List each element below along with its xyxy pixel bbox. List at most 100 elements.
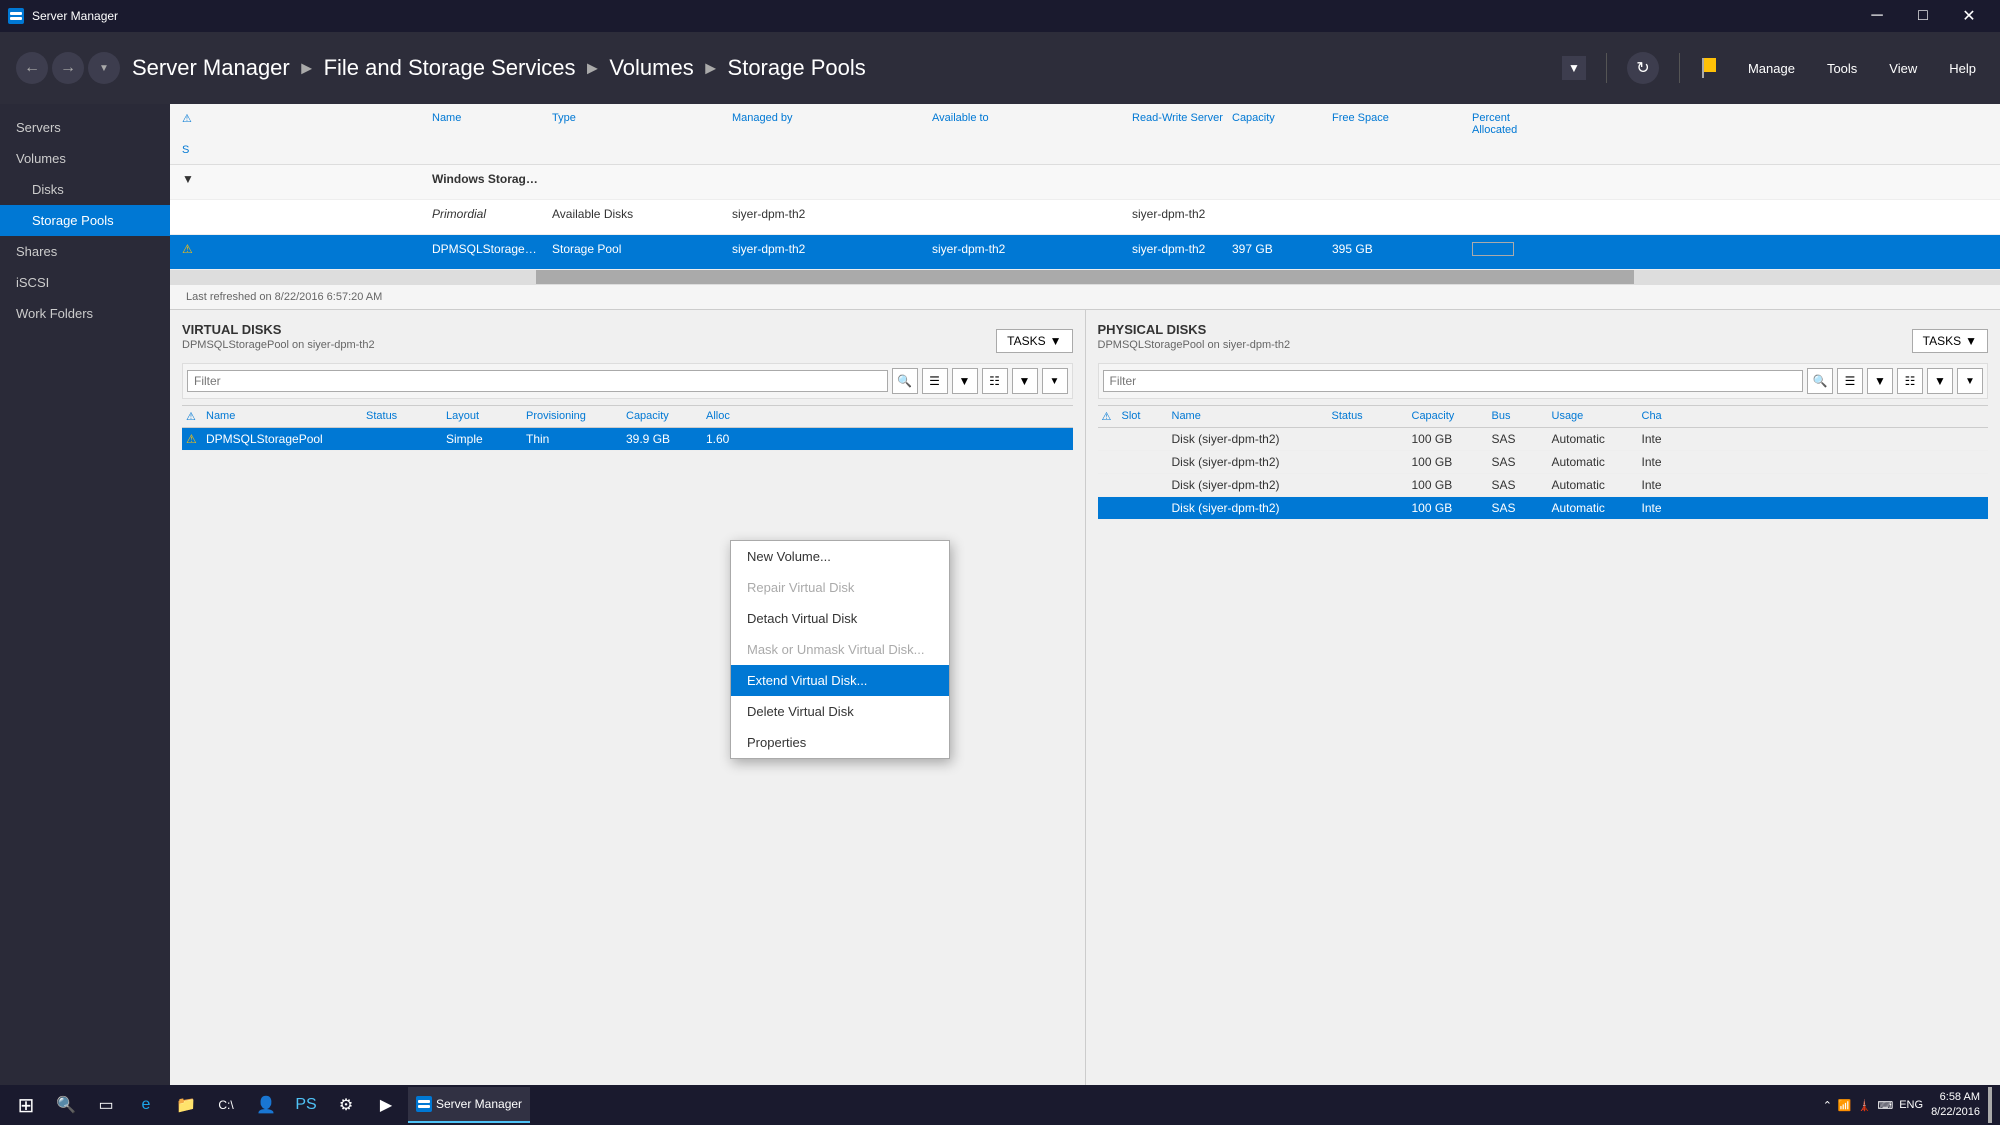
vdisk-th-alloc[interactable]: Alloc <box>702 406 762 427</box>
taskbar-file-explorer-button[interactable]: 📁 <box>168 1087 204 1123</box>
sidebar-item-storage-pools[interactable]: Storage Pools <box>0 205 170 236</box>
physical-disk-row-2[interactable]: Disk (siyer-dpm-th2) 100 GB SAS Automati… <box>1098 474 1989 497</box>
breadcrumb-dropdown[interactable]: ▼ <box>1562 56 1586 80</box>
virtual-disks-expand-button[interactable]: ▼ <box>1042 368 1068 394</box>
physical-disks-grid-button[interactable]: ☷ <box>1897 368 1923 394</box>
pdisk-th-capacity[interactable]: Capacity <box>1408 406 1488 427</box>
refresh-button[interactable]: ↻ <box>1627 52 1659 84</box>
virtual-disk-row-0[interactable]: ⚠ DPMSQLStoragePool Simple Thin 39.9 GB … <box>182 428 1073 451</box>
th-read-write[interactable]: Read-Write Server <box>1128 108 1228 140</box>
pool-row-primordial[interactable]: Primordial Available Disks siyer-dpm-th2… <box>170 200 2000 235</box>
sidebar-item-volumes[interactable]: Volumes <box>0 143 170 174</box>
physical-disks-filter-input[interactable] <box>1103 370 1804 392</box>
group-expand-icon[interactable]: ▼ <box>178 169 428 189</box>
tray-up-arrow[interactable]: ⌃ <box>1823 1099 1832 1112</box>
th-warning[interactable]: ⚠ <box>178 108 198 140</box>
vdisk-th-status[interactable]: Status <box>362 406 442 427</box>
pdisk-th-name[interactable]: Name <box>1168 406 1328 427</box>
forward-button[interactable]: → <box>52 52 84 84</box>
close-button[interactable]: ✕ <box>1946 0 1992 32</box>
manage-button[interactable]: Manage <box>1740 57 1803 80</box>
physical-disks-tasks-button[interactable]: TASKS ▼ <box>1912 329 1988 353</box>
th-free-space[interactable]: Free Space <box>1328 108 1468 140</box>
taskbar-media-button[interactable]: ▶ <box>368 1087 404 1123</box>
taskbar-edge-button[interactable]: e <box>128 1087 164 1123</box>
pdisk-status-2 <box>1328 481 1408 489</box>
taskbar-task-view-button[interactable]: ▭ <box>88 1087 124 1123</box>
help-button[interactable]: Help <box>1941 57 1984 80</box>
physical-disks-expand-button[interactable]: ▼ <box>1957 368 1983 394</box>
physical-disk-row-3[interactable]: Disk (siyer-dpm-th2) 100 GB SAS Automati… <box>1098 497 1989 520</box>
pdisk-th-chassis[interactable]: Cha <box>1638 406 1698 427</box>
physical-disk-row-0[interactable]: Disk (siyer-dpm-th2) 100 GB SAS Automati… <box>1098 428 1989 451</box>
taskbar-search-button[interactable]: 🔍 <box>48 1087 84 1123</box>
virtual-disks-list-dropdown[interactable]: ▼ <box>952 368 978 394</box>
back-button[interactable]: ← <box>16 52 48 84</box>
virtual-disks-search-button[interactable]: 🔍 <box>892 368 918 394</box>
th-managed-by[interactable]: Managed by <box>728 108 928 140</box>
clock-date: 8/22/2016 <box>1931 1105 1980 1120</box>
breadcrumb-file-storage[interactable]: File and Storage Services <box>324 55 576 81</box>
sidebar-item-iscsi[interactable]: iSCSI <box>0 267 170 298</box>
pdisk-th-slot[interactable]: Slot <box>1118 406 1168 427</box>
pdisk-th-usage[interactable]: Usage <box>1548 406 1638 427</box>
minimize-button[interactable]: ─ <box>1854 0 1900 32</box>
vdisk-th-provisioning[interactable]: Provisioning <box>522 406 622 427</box>
breadcrumb-volumes[interactable]: Volumes <box>609 55 693 81</box>
sidebar-item-work-folders[interactable]: Work Folders <box>0 298 170 329</box>
sidebar-item-shares[interactable]: Shares <box>0 236 170 267</box>
virtual-disks-grid-dropdown[interactable]: ▼ <box>1012 368 1038 394</box>
start-button[interactable]: ⊞ <box>8 1087 44 1123</box>
vdisk-layout-0: Simple <box>442 428 522 450</box>
nav-dropdown-button[interactable]: ▼ <box>88 52 120 84</box>
th-available-to[interactable]: Available to <box>928 108 1128 140</box>
pdisk-th-bus[interactable]: Bus <box>1488 406 1548 427</box>
title-bar-title: Server Manager <box>32 9 118 23</box>
pdisk-status-3 <box>1328 504 1408 512</box>
taskbar-powershell-button[interactable]: PS <box>288 1087 324 1123</box>
context-menu-new-volume[interactable]: New Volume... <box>731 541 949 572</box>
pools-scrollbar-thumb[interactable] <box>536 270 1634 284</box>
th-extra[interactable]: S <box>178 140 428 160</box>
taskbar-app-server-manager[interactable]: Server Manager <box>408 1087 530 1123</box>
breadcrumb-sep-2: ► <box>583 58 601 79</box>
breadcrumb-storage-pools[interactable]: Storage Pools <box>728 55 866 81</box>
taskbar-settings-button[interactable]: ⚙ <box>328 1087 364 1123</box>
virtual-disks-list-view-button[interactable]: ☰ <box>922 368 948 394</box>
th-name[interactable]: Name <box>428 108 548 140</box>
taskbar-terminal-button[interactable]: C:\ <box>208 1087 244 1123</box>
pdisk-th-status[interactable]: Status <box>1328 406 1408 427</box>
physical-disk-row-1[interactable]: Disk (siyer-dpm-th2) 100 GB SAS Automati… <box>1098 451 1989 474</box>
show-desktop-button[interactable] <box>1988 1087 1992 1123</box>
pdisk-usage-2: Automatic <box>1548 474 1638 496</box>
context-menu-extend[interactable]: Extend Virtual Disk... <box>731 665 949 696</box>
th-percent-allocated[interactable]: Percent Allocated <box>1468 108 1518 140</box>
vdisk-th-name[interactable]: Name <box>202 406 362 427</box>
taskbar-time[interactable]: 6:58 AM 8/22/2016 <box>1931 1090 1980 1121</box>
physical-disks-search-button[interactable]: 🔍 <box>1807 368 1833 394</box>
physical-disks-list-dropdown[interactable]: ▼ <box>1867 368 1893 394</box>
context-menu-properties[interactable]: Properties <box>731 727 949 758</box>
breadcrumb-server-manager[interactable]: Server Manager <box>132 55 290 81</box>
virtual-disks-grid-button[interactable]: ☷ <box>982 368 1008 394</box>
maximize-button[interactable]: □ <box>1900 0 1946 32</box>
sidebar-item-servers[interactable]: Servers <box>0 112 170 143</box>
pool-row-dpmsql[interactable]: ⚠ DPMSQLStoragePool Storage Pool siyer-d… <box>170 235 2000 270</box>
pools-scrollbar[interactable] <box>170 270 2000 284</box>
physical-disks-grid-dropdown[interactable]: ▼ <box>1927 368 1953 394</box>
vdisk-th-warn[interactable]: ⚠ <box>182 406 202 427</box>
taskbar-people-button[interactable]: 👤 <box>248 1087 284 1123</box>
view-button[interactable]: View <box>1881 57 1925 80</box>
vdisk-th-capacity[interactable]: Capacity <box>622 406 702 427</box>
sidebar-item-disks[interactable]: Disks <box>0 174 170 205</box>
th-capacity[interactable]: Capacity <box>1228 108 1328 140</box>
virtual-disks-filter-input[interactable] <box>187 370 888 392</box>
virtual-disks-tasks-button[interactable]: TASKS ▼ <box>996 329 1072 353</box>
context-menu-delete[interactable]: Delete Virtual Disk <box>731 696 949 727</box>
physical-disks-list-view-button[interactable]: ☰ <box>1837 368 1863 394</box>
vdisk-th-layout[interactable]: Layout <box>442 406 522 427</box>
th-type[interactable]: Type <box>548 108 728 140</box>
context-menu-detach[interactable]: Detach Virtual Disk <box>731 603 949 634</box>
pdisk-th-warn[interactable]: ⚠ <box>1098 406 1118 427</box>
tools-button[interactable]: Tools <box>1819 57 1865 80</box>
